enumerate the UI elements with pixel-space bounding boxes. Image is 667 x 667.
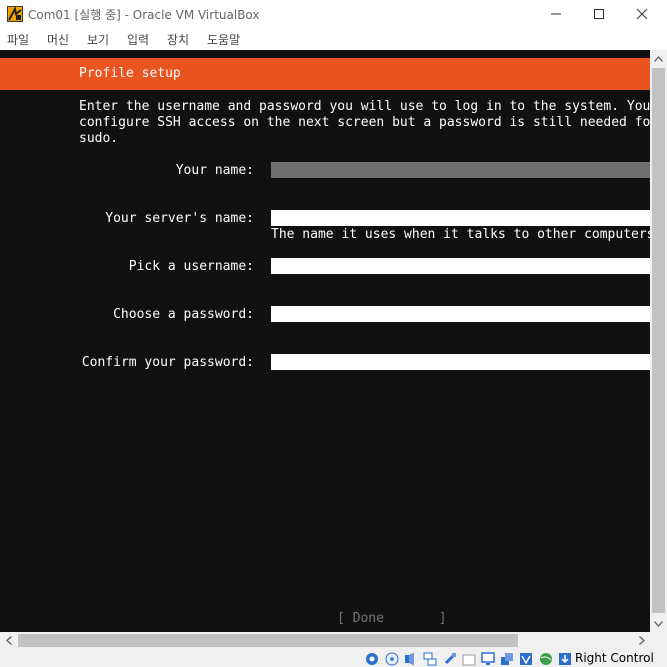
minimize-icon <box>551 13 561 15</box>
network-icon[interactable] <box>422 651 437 666</box>
minimize-button[interactable] <box>534 0 578 28</box>
name-label: Your name: <box>175 163 254 178</box>
menu-bar: 파일 머신 보기 입력 장치 도움말 <box>0 28 667 50</box>
scroll-up-button[interactable] <box>650 50 667 67</box>
keyboard-capture-icon[interactable] <box>557 651 572 666</box>
title-bar[interactable]: Com01 [실행 중] - Oracle VM VirtualBox <box>0 0 667 28</box>
menu-file[interactable]: 파일 <box>7 31 29 48</box>
installer-description: Enter the username and password you will… <box>79 99 650 146</box>
vertical-scrollbar[interactable] <box>650 50 667 632</box>
maximize-icon <box>594 9 604 19</box>
video-capture-icon[interactable] <box>499 651 514 666</box>
scroll-left-button[interactable] <box>0 632 17 649</box>
installer-header: Profile setup <box>0 58 650 90</box>
globe-icon[interactable] <box>538 651 553 666</box>
scroll-right-button[interactable] <box>633 632 650 649</box>
maximize-button[interactable] <box>577 0 621 28</box>
horizontal-scrollbar[interactable] <box>0 632 650 649</box>
chevron-right-icon <box>638 636 645 645</box>
username-input[interactable] <box>271 258 650 274</box>
confirm-password-input[interactable] <box>271 354 650 370</box>
optical-drive-icon[interactable] <box>384 651 399 666</box>
scroll-corner <box>650 632 667 649</box>
virtualization-icon[interactable] <box>518 651 533 666</box>
horizontal-scroll-thumb[interactable] <box>18 634 518 647</box>
scroll-down-button[interactable] <box>650 615 667 632</box>
close-icon <box>636 8 648 20</box>
audio-icon[interactable] <box>403 651 418 666</box>
username-label: Pick a username: <box>128 259 254 274</box>
vertical-scroll-thumb[interactable] <box>652 68 665 613</box>
server-name-input[interactable] <box>271 210 650 226</box>
done-button[interactable]: [ Done ] <box>337 611 447 627</box>
menu-devices[interactable]: 장치 <box>167 31 189 48</box>
confirm-password-label: Confirm your password: <box>81 355 254 370</box>
server-name-help: The name it uses when it talks to other … <box>271 227 650 242</box>
shared-folders-icon[interactable] <box>461 651 476 666</box>
menu-help[interactable]: 도움말 <box>207 31 240 48</box>
chevron-up-icon <box>654 55 663 62</box>
menu-machine[interactable]: 머신 <box>47 31 69 48</box>
hard-disk-icon[interactable] <box>364 651 379 666</box>
chevron-down-icon <box>654 620 663 627</box>
server-name-label: Your server's name: <box>105 211 254 226</box>
password-label: Choose a password: <box>113 307 254 322</box>
password-input[interactable] <box>271 306 650 322</box>
host-key-label: Right Control <box>575 651 654 665</box>
usb-icon[interactable] <box>442 651 457 666</box>
virtualbox-icon <box>7 6 23 22</box>
menu-view[interactable]: 보기 <box>87 31 109 48</box>
installer-title: Profile setup <box>79 66 181 81</box>
window-title: Com01 [실행 중] - Oracle VM VirtualBox <box>28 8 260 22</box>
display-icon[interactable] <box>480 651 495 666</box>
vm-screen[interactable]: Profile setup Enter the username and pas… <box>0 50 650 632</box>
close-button[interactable] <box>620 0 664 28</box>
chevron-left-icon <box>5 636 12 645</box>
menu-input[interactable]: 입력 <box>127 31 149 48</box>
name-input[interactable] <box>271 162 650 178</box>
status-bar: Right Control <box>0 649 667 667</box>
